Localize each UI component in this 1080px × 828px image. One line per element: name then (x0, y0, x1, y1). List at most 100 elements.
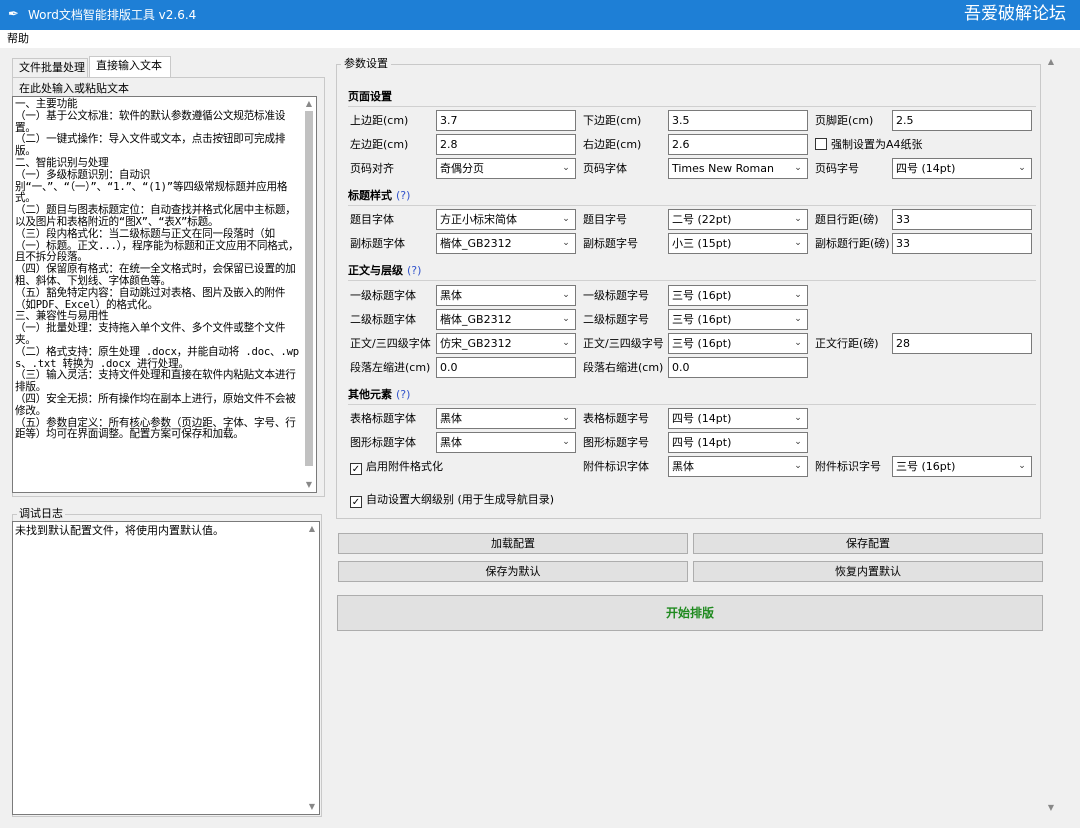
chevron-down-icon: ⌄ (794, 413, 802, 423)
chevron-down-icon: ⌄ (562, 163, 570, 173)
h2-size-label: 二级标题字号 (583, 313, 649, 326)
subtitle-size-label: 副标题字号 (583, 237, 638, 250)
bottom-margin-input[interactable]: 3.5 (668, 110, 808, 131)
page-num-font-value: Times New Roman (672, 162, 774, 175)
footer-distance-input[interactable]: 2.5 (892, 110, 1032, 131)
chevron-down-icon: ⌄ (1018, 461, 1026, 471)
indent-left-input[interactable]: 0.0 (436, 357, 576, 378)
attachment-size-select[interactable]: 三号 (16pt) ⌄ (892, 456, 1032, 477)
start-formatting-button[interactable]: 开始排版 (337, 595, 1043, 631)
chevron-down-icon: ⌄ (794, 238, 802, 248)
debug-log-scrollbar[interactable]: ▲ ▼ (305, 522, 319, 814)
page-settings-title: 页面设置 (348, 90, 392, 103)
checkbox-box[interactable] (815, 138, 827, 150)
scroll-up-icon[interactable]: ▲ (302, 97, 316, 111)
left-margin-input[interactable]: 2.8 (436, 134, 576, 155)
help-icon[interactable]: (?) (396, 189, 410, 202)
body-size-label: 正文/三四级字号 (583, 337, 664, 350)
h2-font-select[interactable]: 楷体_GB2312 ⌄ (436, 309, 576, 330)
attachment-size-label: 附件标识字号 (815, 460, 881, 473)
table-title-font-value: 黑体 (440, 412, 462, 425)
force-a4-label: 强制设置为A4纸张 (831, 138, 923, 151)
indent-left-label: 段落左缩进(cm) (350, 361, 431, 374)
chevron-down-icon: ⌄ (794, 290, 802, 300)
right-panel-scrollbar[interactable]: ▲ ▼ (1044, 56, 1058, 814)
attachment-font-label: 附件标识字体 (583, 460, 649, 473)
body-font-label: 正文/三四级字体 (350, 337, 431, 350)
title-style-heading: 标题样式 (348, 189, 392, 202)
indent-right-label: 段落右缩进(cm) (583, 361, 664, 374)
chevron-down-icon: ⌄ (794, 163, 802, 173)
debug-log-label: 调试日志 (17, 507, 65, 521)
scroll-down-icon[interactable]: ▼ (302, 478, 316, 492)
body-levels-title: 正文与层级 (?) (348, 264, 421, 278)
restore-defaults-button[interactable]: 恢复内置默认 (693, 561, 1043, 582)
save-as-default-button[interactable]: 保存为默认 (338, 561, 688, 582)
load-config-button[interactable]: 加载配置 (338, 533, 688, 554)
subtitle-font-select[interactable]: 楷体_GB2312 ⌄ (436, 233, 576, 254)
menu-help[interactable]: 帮助 (7, 32, 29, 46)
title-size-select[interactable]: 二号 (22pt) ⌄ (668, 209, 808, 230)
title-spacing-input[interactable]: 33 (892, 209, 1032, 230)
force-a4-checkbox[interactable]: 强制设置为A4纸张 (815, 138, 923, 152)
table-title-size-select[interactable]: 四号 (14pt) ⌄ (668, 408, 808, 429)
subtitle-spacing-label: 副标题行距(磅) (815, 237, 890, 250)
h1-size-select[interactable]: 三号 (16pt) ⌄ (668, 285, 808, 306)
attachment-enable-checkbox[interactable]: ✓ 启用附件格式化 (350, 460, 443, 475)
help-icon[interactable]: (?) (396, 388, 410, 401)
page-num-align-select[interactable]: 奇偶分页 ⌄ (436, 158, 576, 179)
chevron-down-icon: ⌄ (794, 338, 802, 348)
text-input-area[interactable]: 一、主要功能 （一）基于公文标准：软件的默认参数遵循公文规范标准设置。 （二）一… (12, 96, 317, 493)
right-margin-input[interactable]: 2.6 (668, 134, 808, 155)
debug-log-area[interactable]: 未找到默认配置文件，将使用内置默认值。 ▲ ▼ (12, 521, 320, 815)
scroll-down-icon[interactable]: ▼ (305, 800, 319, 814)
page-num-align-label: 页码对齐 (350, 162, 394, 175)
section-divider (348, 280, 1036, 281)
scroll-thumb[interactable] (305, 111, 313, 466)
figure-title-font-label: 图形标题字体 (350, 436, 416, 449)
h1-font-value: 黑体 (440, 289, 462, 302)
save-config-button[interactable]: 保存配置 (693, 533, 1043, 554)
h2-size-select[interactable]: 三号 (16pt) ⌄ (668, 309, 808, 330)
bottom-margin-label: 下边距(cm) (583, 114, 642, 127)
tab-batch-files[interactable]: 文件批量处理 (12, 58, 88, 78)
scroll-up-icon[interactable]: ▲ (1044, 56, 1058, 68)
tab-direct-input[interactable]: 直接输入文本 (89, 56, 171, 78)
outline-level-label: 自动设置大纲级别 (用于生成导航目录) (366, 493, 555, 506)
text-input-scrollbar[interactable]: ▲ ▼ (302, 97, 316, 492)
indent-right-input[interactable]: 0.0 (668, 357, 808, 378)
outline-level-checkbox[interactable]: ✓ 自动设置大纲级别 (用于生成导航目录) (350, 493, 554, 508)
watermark-text: 吾爱破解论坛 (964, 4, 1066, 24)
subtitle-spacing-input[interactable]: 33 (892, 233, 1032, 254)
title-font-select[interactable]: 方正小标宋简体 ⌄ (436, 209, 576, 230)
scroll-down-icon[interactable]: ▼ (1044, 802, 1058, 814)
checkmark-icon[interactable]: ✓ (350, 496, 362, 508)
subtitle-font-value: 楷体_GB2312 (440, 237, 512, 250)
chevron-down-icon: ⌄ (562, 338, 570, 348)
page-num-align-value: 奇偶分页 (440, 162, 484, 175)
attachment-font-select[interactable]: 黑体 ⌄ (668, 456, 808, 477)
h1-font-select[interactable]: 黑体 ⌄ (436, 285, 576, 306)
subtitle-size-select[interactable]: 小三 (15pt) ⌄ (668, 233, 808, 254)
chevron-down-icon: ⌄ (562, 238, 570, 248)
chevron-down-icon: ⌄ (794, 437, 802, 447)
page-num-size-select[interactable]: 四号 (14pt) ⌄ (892, 158, 1032, 179)
figure-title-font-select[interactable]: 黑体 ⌄ (436, 432, 576, 453)
page-num-font-select[interactable]: Times New Roman ⌄ (668, 158, 808, 179)
top-margin-input[interactable]: 3.7 (436, 110, 576, 131)
table-title-font-select[interactable]: 黑体 ⌄ (436, 408, 576, 429)
text-input-content: 一、主要功能 （一）基于公文标准：软件的默认参数遵循公文规范标准设置。 （二）一… (15, 98, 299, 441)
figure-title-size-select[interactable]: 四号 (14pt) ⌄ (668, 432, 808, 453)
body-size-select[interactable]: 三号 (16pt) ⌄ (668, 333, 808, 354)
chevron-down-icon: ⌄ (562, 413, 570, 423)
help-icon[interactable]: (?) (407, 264, 421, 277)
body-spacing-input[interactable]: 28 (892, 333, 1032, 354)
top-margin-label: 上边距(cm) (350, 114, 409, 127)
feather-icon: ✒ (8, 7, 19, 22)
chevron-down-icon: ⌄ (794, 314, 802, 324)
body-font-select[interactable]: 仿宋_GB2312 ⌄ (436, 333, 576, 354)
scroll-up-icon[interactable]: ▲ (305, 522, 319, 536)
checkmark-icon[interactable]: ✓ (350, 463, 362, 475)
section-divider (348, 106, 1036, 107)
title-size-label: 题目字号 (583, 213, 627, 226)
